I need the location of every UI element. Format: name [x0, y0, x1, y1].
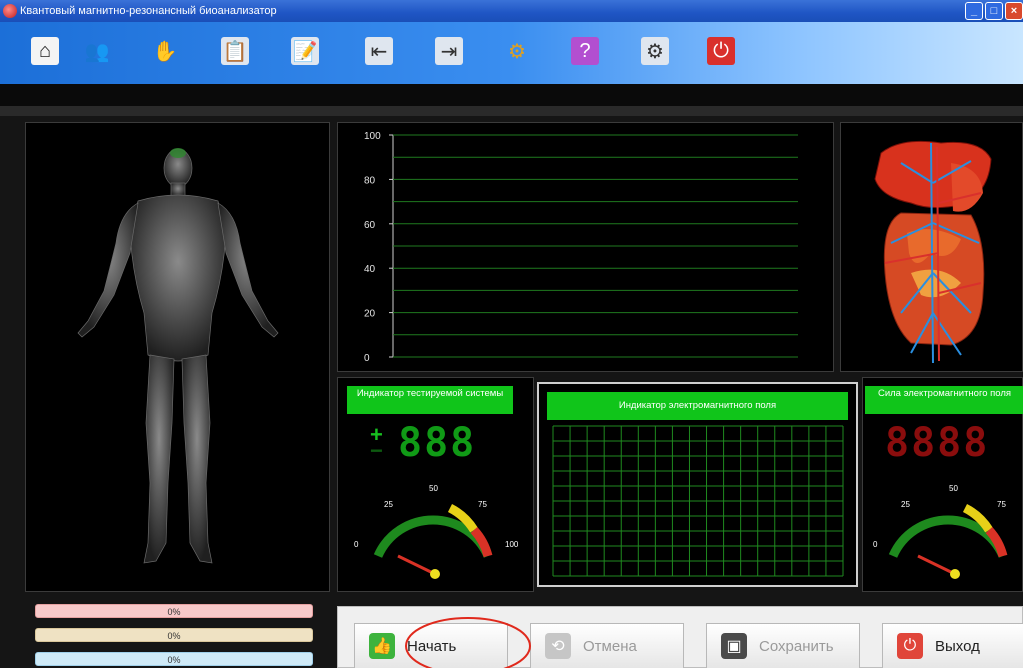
progress-bar-2-value: 0%	[167, 631, 181, 641]
separator-strip	[0, 106, 1023, 116]
app-logo-icon	[3, 4, 17, 18]
close-button[interactable]: ×	[1005, 2, 1023, 20]
user-settings-toolbar-button[interactable]: ⚙	[638, 34, 672, 68]
em-field-indicator-panel: Индикатор электромагнитного поля	[537, 382, 858, 587]
refresh-icon: ⟲	[545, 633, 571, 659]
em-field-grid	[552, 425, 844, 577]
main-toolbar: ⌂ 👥 ✋ 📋 📝 ⇤ ⇥ ⚙? ⚙ ⏻	[0, 22, 1023, 84]
chart-y-tick-label: 60	[364, 220, 376, 231]
progress-bars-area: 0% 0% 0%	[25, 598, 330, 668]
progress-bar-1: 0%	[35, 604, 313, 618]
toolbar-strip	[0, 84, 1023, 106]
user-settings-icon: ⚙	[641, 37, 669, 65]
exit-button-label: Выход	[935, 637, 980, 655]
results-chart-panel: 100 80 60 40 20 0	[337, 122, 834, 372]
human-body-figure	[77, 148, 279, 564]
export-report-toolbar-button[interactable]: ⇤	[362, 34, 396, 68]
chart-y-tick-label: 0	[364, 353, 370, 364]
save-button[interactable]: ▣ Сохранить	[706, 623, 860, 668]
home-toolbar-button[interactable]: ⌂	[28, 34, 62, 68]
hand-toolbar-button[interactable]: ✋	[148, 34, 182, 68]
system-indicator-panel: Индикатор тестируемой системы + − 888 0 …	[337, 377, 534, 592]
field-gauge-tick-75: 75	[997, 500, 1006, 509]
progress-bar-3: 0%	[35, 652, 313, 666]
title-bar: Квантовый магнитно-резонансный биоанализ…	[0, 0, 1023, 22]
help-toolbar-button[interactable]: ?	[568, 34, 602, 68]
body-figure-panel	[25, 122, 330, 592]
cancel-button-label: Отмена	[583, 637, 637, 655]
system-gauge-tick-25: 25	[384, 500, 393, 509]
export-report-icon: ⇤	[365, 37, 393, 65]
system-gauge-tick-50: 50	[429, 484, 438, 493]
clipboard-edit-toolbar-button[interactable]: 📝	[288, 34, 322, 68]
chart-y-tick-label: 80	[364, 175, 376, 186]
chart-y-tick-label: 40	[364, 264, 376, 275]
home-icon: ⌂	[31, 37, 59, 65]
import-report-toolbar-button[interactable]: ⇥	[432, 34, 466, 68]
power-toolbar-button[interactable]: ⏻	[704, 34, 738, 68]
users-icon: 👥	[84, 40, 110, 63]
progress-bar-1-value: 0%	[167, 607, 181, 617]
users-toolbar-button[interactable]: 👥	[80, 34, 114, 68]
save-button-label: Сохранить	[759, 637, 834, 655]
app-window: Квантовый магнитно-резонансный биоанализ…	[0, 0, 1023, 668]
field-gauge-tick-0: 0	[873, 540, 878, 549]
system-gauge-tick-100: 100	[505, 540, 519, 549]
digestive-organs-image	[874, 140, 992, 364]
hand-icon: ✋	[152, 40, 178, 63]
system-gauge-tick-75: 75	[478, 500, 487, 509]
minimize-button[interactable]: _	[965, 2, 983, 20]
results-chart: 100 80 60 40 20 0	[364, 131, 798, 364]
field-gauge-tick-25: 25	[901, 500, 910, 509]
window-title: Квантовый магнитно-резонансный биоанализ…	[20, 5, 277, 17]
thumbs-up-icon: 👍	[369, 633, 395, 659]
field-gauge-tick-50: 50	[949, 484, 958, 493]
cancel-button[interactable]: ⟲ Отмена	[530, 623, 684, 668]
progress-bar-3-value: 0%	[167, 655, 181, 665]
chart-y-tick-label: 20	[364, 309, 376, 320]
power-icon: ⏻	[897, 633, 923, 659]
field-strength-panel: Сила электромагнитного поля 8888 0 25 50…	[862, 377, 1023, 592]
start-button-highlight	[405, 617, 531, 668]
field-strength-gauge	[888, 503, 1008, 579]
maximize-button[interactable]: □	[985, 2, 1003, 20]
clipboard-chart-toolbar-button[interactable]: 📋	[218, 34, 252, 68]
progress-bar-2: 0%	[35, 628, 313, 642]
gears-icon: ⚙	[508, 40, 526, 63]
system-gauge-tick-0: 0	[354, 540, 359, 549]
gears-toolbar-button[interactable]: ⚙	[500, 34, 534, 68]
organ-image-panel	[840, 122, 1023, 372]
clipboard-chart-icon: 📋	[221, 37, 249, 65]
floppy-disk-icon: ▣	[721, 633, 747, 659]
import-report-icon: ⇥	[435, 37, 463, 65]
chart-y-tick-label: 100	[364, 131, 381, 142]
clipboard-edit-icon: 📝	[291, 37, 319, 65]
power-icon: ⏻	[707, 37, 735, 65]
help-icon: ?	[571, 37, 599, 65]
exit-button[interactable]: ⏻ Выход	[882, 623, 1023, 668]
